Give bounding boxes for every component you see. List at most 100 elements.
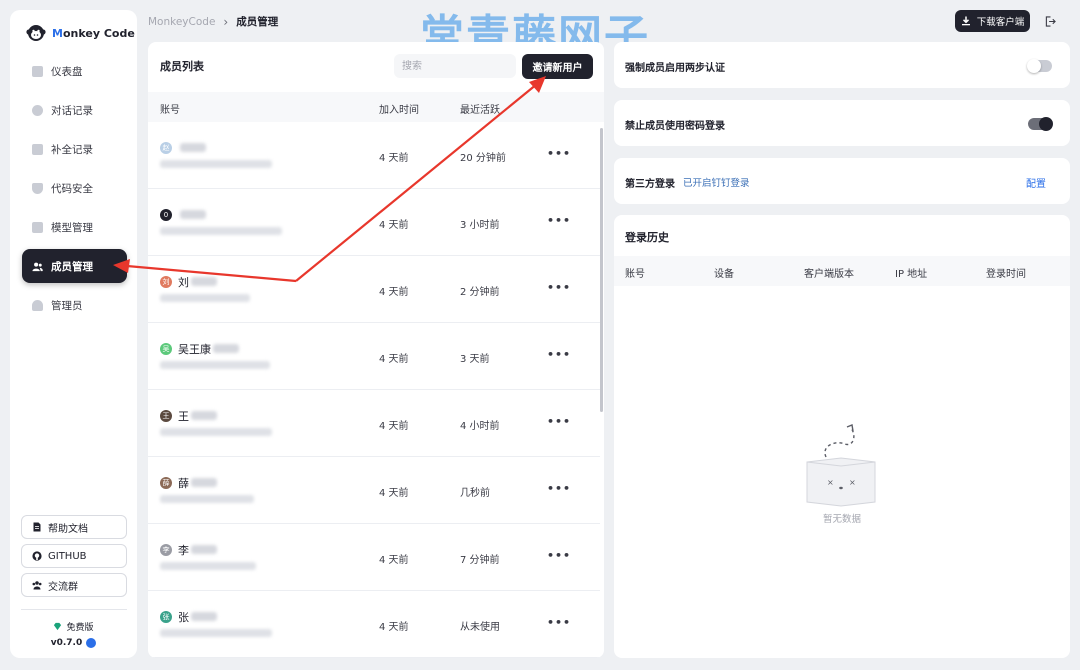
dashboard-icon [32,65,43,77]
more-actions-icon[interactable]: ••• [547,348,571,361]
user-icon [32,299,43,311]
column-account: 账号 [625,269,645,280]
column-joined: 加入时间 [379,105,419,116]
redacted-email [160,629,272,637]
login-history-title: 登录历史 [625,231,669,244]
version-label: v0.7.0 [50,638,83,648]
two-factor-toggle[interactable] [1027,59,1052,73]
brand[interactable]: Monkey Code [26,22,135,44]
sidebar-item-chat-records[interactable]: 对话记录 [22,93,127,127]
search-input[interactable] [394,54,516,78]
third-party-label: 第三方登录 [625,179,675,190]
column-login-time: 登录时间 [986,269,1026,280]
avatar: 王 [160,410,172,422]
last-active-time: 3 小时前 [460,220,500,231]
avatar: 薛 [160,477,172,489]
sidebar-item-completion-records[interactable]: 补全记录 [22,132,127,166]
more-actions-icon[interactable]: ••• [547,214,571,227]
avatar: 李 [160,544,172,556]
sidebar-item-label: 仪表盘 [51,65,83,78]
sidebar-item-label: 成员管理 [51,260,93,273]
member-name: 王 [178,410,189,423]
table-row[interactable]: 吴 吴王康 4 天前 3 天前 ••• [148,323,600,390]
cube-icon [32,221,43,233]
download-client-button[interactable]: 下载客户端 [955,10,1030,32]
sidebar-item-label: 补全记录 [51,143,93,156]
more-actions-icon[interactable]: ••• [547,281,571,294]
breadcrumb-root[interactable]: MonkeyCode [148,16,215,28]
clipboard-icon [32,143,43,155]
breadcrumb: MonkeyCode › 成员管理 [148,14,278,29]
more-actions-icon[interactable]: ••• [547,549,571,562]
redacted-name [191,411,217,420]
shield-icon [32,182,43,194]
table-row[interactable]: 刘 刘 4 天前 2 分钟前 ••• [148,256,600,323]
last-active-time: 20 分钟前 [460,153,506,164]
login-history-header: 账号 设备 客户端版本 IP 地址 登录时间 [614,256,1070,286]
plan-label: 免费版 [66,623,94,633]
table-row[interactable]: 薛 薛 4 天前 几秒前 ••• [148,457,600,524]
members-panel: 成员列表 邀请新用户 账号 加入时间 最近活跃 赵 4 天前 20 分钟前 ••… [148,42,604,658]
logout-button[interactable] [1040,11,1060,31]
logout-icon [1045,15,1056,27]
more-actions-icon[interactable]: ••• [547,147,571,160]
sidebar-item-admins[interactable]: 管理员 [22,288,127,322]
two-factor-card: 强制成员启用两步认证 [614,42,1070,88]
joined-time: 4 天前 [379,287,409,298]
github-link[interactable]: GITHUB [21,544,127,568]
chevron-right-icon: › [223,14,229,29]
joined-time: 4 天前 [379,488,409,499]
more-actions-icon[interactable]: ••• [547,415,571,428]
community-link[interactable]: 交流群 [21,573,127,597]
toggle-knob [1027,59,1041,73]
doc-icon [33,522,41,532]
column-device: 设备 [714,269,734,280]
column-client-version: 客户端版本 [804,269,854,280]
third-party-config-link[interactable]: 配置 [1026,175,1046,190]
joined-time: 4 天前 [379,421,409,432]
group-icon [32,581,42,590]
column-ip-address: IP 地址 [895,269,928,280]
joined-time: 4 天前 [379,354,409,365]
sidebar-item-code-security[interactable]: 代码安全 [22,171,127,205]
table-row[interactable]: 赵 4 天前 20 分钟前 ••• [148,122,600,189]
chat-icon [32,104,43,116]
sidebar-item-label: 对话记录 [51,104,93,117]
last-active-time: 几秒前 [460,488,490,499]
github-icon [32,551,42,561]
sidebar-item-dashboard[interactable]: 仪表盘 [22,54,127,88]
more-actions-icon[interactable]: ••• [547,482,571,495]
column-account: 账号 [160,105,180,116]
joined-time: 4 天前 [379,153,409,164]
disable-password-toggle[interactable] [1028,117,1053,131]
version-badge-icon[interactable] [86,638,97,648]
sidebar-links: 帮助文档 GITHUB 交流群 [21,515,127,602]
help-docs-label: 帮助文档 [48,523,88,535]
avatar: 赵 [160,142,172,154]
disable-password-label: 禁止成员使用密码登录 [625,121,725,132]
joined-time: 4 天前 [379,555,409,566]
redacted-name [180,210,206,219]
table-row[interactable]: 李 李 4 天前 7 分钟前 ••• [148,524,600,591]
third-party-login-card: 第三方登录 已开启钉钉登录 配置 [614,158,1070,204]
member-name: 薛 [178,477,189,490]
empty-box-icon: × × [806,424,876,507]
more-actions-icon[interactable]: ••• [547,616,571,629]
table-row[interactable]: 0 4 天前 3 小时前 ••• [148,189,600,256]
member-name: 吴王康 [178,343,211,356]
redacted-email [160,428,272,436]
monkey-logo-icon [26,25,46,41]
help-docs-link[interactable]: 帮助文档 [21,515,127,539]
table-row[interactable]: 王 王 4 天前 4 小时前 ••• [148,390,600,457]
redacted-name [191,545,217,554]
sidebar-item-member-management[interactable]: 成员管理 [22,249,127,283]
sidebar-item-model-management[interactable]: 模型管理 [22,210,127,244]
last-active-time: 从未使用 [460,622,500,633]
redacted-email [160,562,256,570]
third-party-status: 已开启钉钉登录 [683,178,750,189]
invite-user-button[interactable]: 邀请新用户 [522,54,593,79]
table-row[interactable]: 张 张 4 天前 从未使用 ••• [148,591,600,658]
members-title: 成员列表 [160,60,204,73]
plan-gem-icon [54,622,62,631]
members-scrollbar[interactable] [600,128,603,412]
